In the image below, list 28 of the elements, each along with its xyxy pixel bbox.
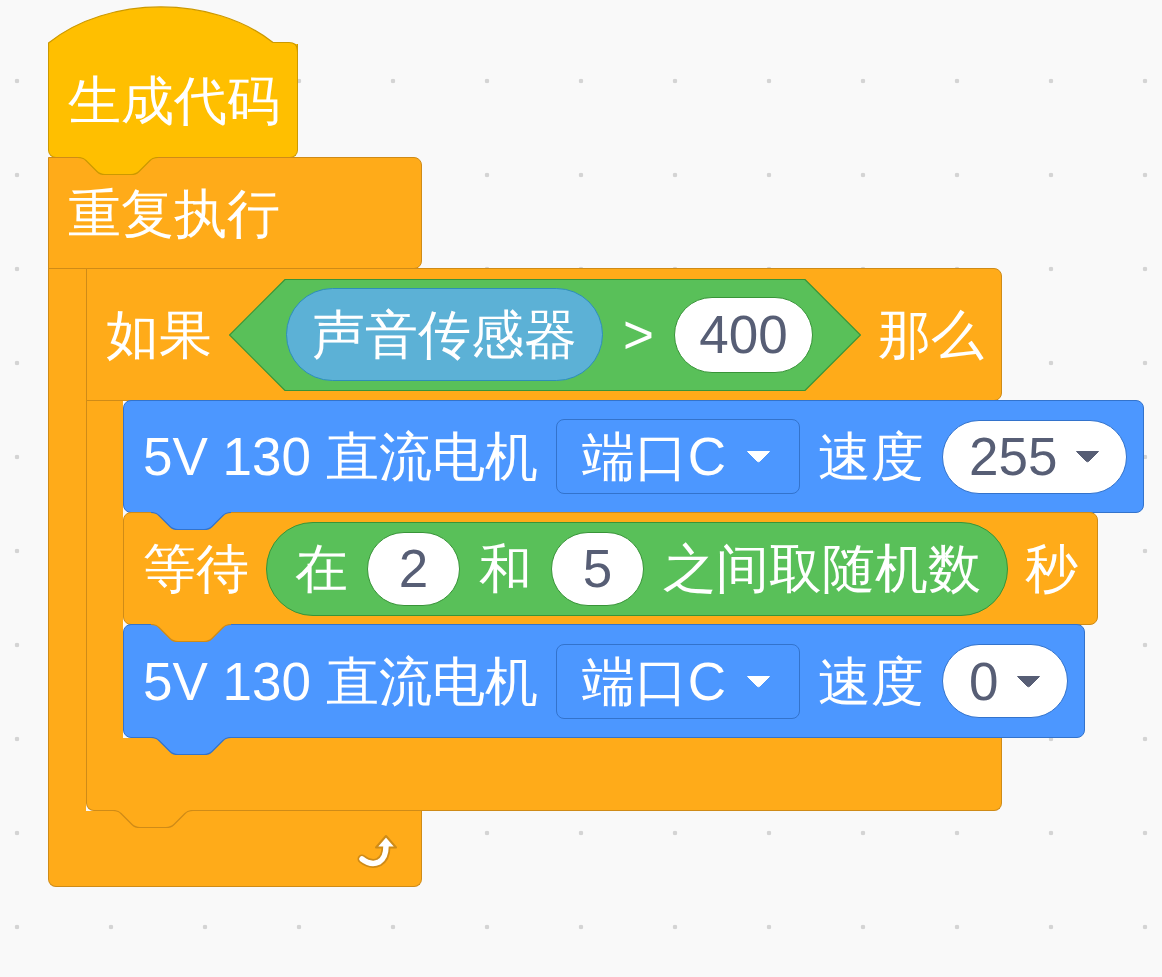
- block-label: 秒: [1025, 542, 1078, 595]
- caret-icon: [746, 674, 771, 688]
- motor-block[interactable]: 5V 130 直流电机 端口C 速度 255: [123, 400, 1145, 513]
- motor-block[interactable]: 5V 130 直流电机 端口C 速度 0: [123, 624, 1086, 738]
- wait-block[interactable]: 等待 在 2 和 5 之间取随机数 秒: [123, 512, 1098, 625]
- caret-icon: [1075, 450, 1101, 463]
- speed-dropdown[interactable]: 0: [942, 644, 1069, 718]
- block-label: 如果: [106, 308, 212, 361]
- caret-icon: [746, 450, 771, 463]
- block-label: 速度: [818, 430, 924, 483]
- speed-dropdown[interactable]: 255: [942, 419, 1128, 494]
- block-label: 5V 130 直流电机: [143, 430, 538, 483]
- number-input[interactable]: 5: [551, 531, 644, 606]
- block-label: 生成代码: [68, 74, 280, 127]
- block-label: 之间取随机数: [663, 542, 981, 595]
- caret-icon: [1016, 674, 1042, 688]
- block-label: 速度: [818, 654, 924, 708]
- if-block[interactable]: 如果 声音传感器 > 400 那么 5V 130 直流电机 端口C 速度 255 等待 在 2 和 5 之间取随机数 秒 5V 130 直流电机 端口C 速度 0: [86, 268, 1145, 811]
- block-label: 重复执行: [68, 186, 280, 240]
- block-label: 5V 130 直流电机: [143, 654, 538, 708]
- block-label: 和: [479, 542, 532, 595]
- block-label: 在: [295, 542, 348, 595]
- forever-loop-block[interactable]: 重复执行 如果 声音传感器 > 400 那么 5V 130 直流电机 端口C 速度 255 等待 在 2 和 5 之间取随机数 秒 5V 130 直流电机 端口C 速度 0: [48, 157, 1145, 887]
- block-label: 等待: [143, 542, 249, 595]
- operator-label: >: [623, 308, 654, 361]
- block-label: 那么: [878, 308, 984, 361]
- random-number-block[interactable]: 在 2 和 5 之间取随机数: [266, 521, 1008, 616]
- number-input[interactable]: 2: [367, 531, 460, 606]
